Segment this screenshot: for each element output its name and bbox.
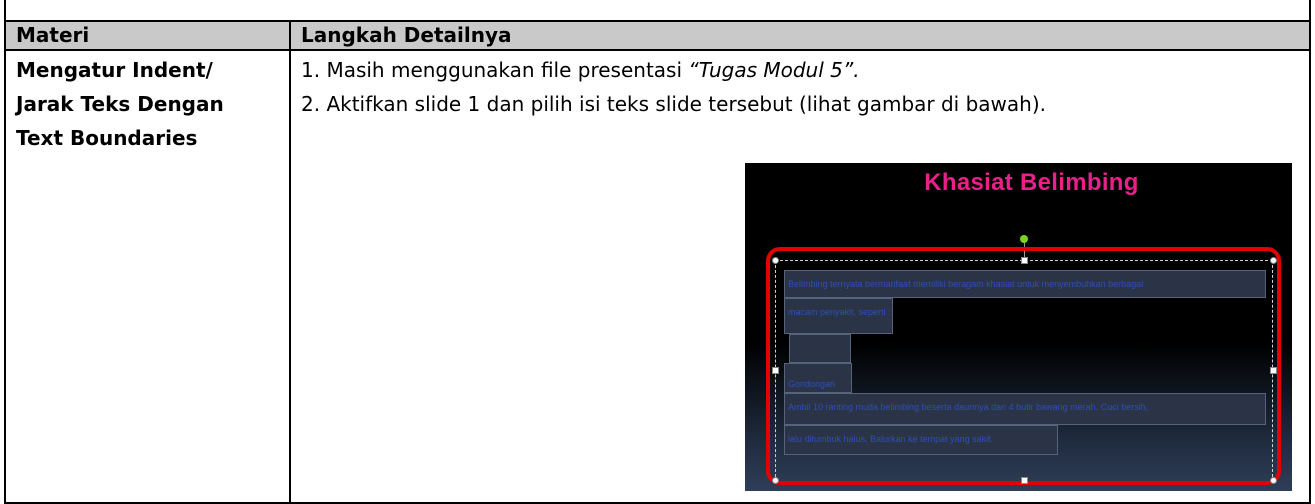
materi-line-1: Mengatur Indent/ (16, 58, 213, 82)
materi-line-2: Jarak Teks Dengan (16, 92, 224, 116)
resize-handle-bottom-left (772, 477, 779, 484)
slide-screenshot: Khasiat Belimbing Belimbing ternyata ber… (745, 163, 1292, 491)
step-1-text: 1. Masih menggunakan file presentasi (301, 58, 689, 82)
resize-handle-bottom-right (1270, 477, 1277, 484)
header-steps-label: Langkah Detailnya (301, 23, 512, 47)
materi-cell: Mengatur Indent/ Jarak Teks Dengan Text … (4, 49, 291, 504)
step-1: 1. Masih menggunakan file presentasi “Tu… (301, 53, 1309, 87)
resize-handle-bottom (1021, 477, 1028, 484)
step-1-filename: “Tugas Modul 5”. (688, 58, 860, 82)
header-materi-label: Materi (16, 23, 90, 47)
step-2: 2. Aktifkan slide 1 dan pilih isi teks s… (301, 92, 1046, 116)
header-cell-materi: Materi (4, 20, 291, 51)
document-page: Materi Langkah Detailnya Mengatur Indent… (0, 0, 1315, 504)
resize-handle-top-left (772, 257, 779, 264)
table-border-stub-right (1309, 0, 1311, 22)
resize-handle-right (1270, 367, 1277, 374)
resize-handle-left (772, 367, 779, 374)
materi-line-3: Text Boundaries (16, 126, 198, 150)
resize-handle-top (1021, 257, 1028, 264)
rotation-handle-icon (1020, 235, 1028, 243)
steps-list: 1. Masih menggunakan file presentasi “Tu… (291, 51, 1309, 121)
red-highlight-box (766, 247, 1281, 485)
materi-title: Mengatur Indent/ Jarak Teks Dengan Text … (6, 51, 289, 155)
resize-handle-top-right (1270, 257, 1277, 264)
slide-title: Khasiat Belimbing (924, 169, 1139, 196)
table-border-stub-left (4, 0, 6, 22)
table-header-row: Materi Langkah Detailnya (4, 20, 1311, 51)
header-cell-steps: Langkah Detailnya (289, 20, 1311, 51)
